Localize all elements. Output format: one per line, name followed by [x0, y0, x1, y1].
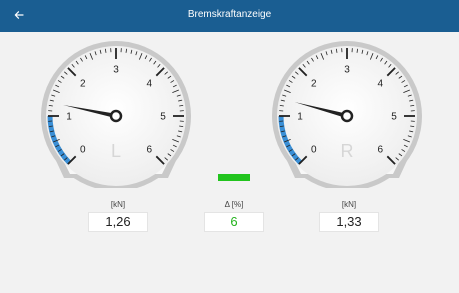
scale-label: 2: [80, 78, 86, 89]
page-title: Bremskraftanzeige: [187, 9, 272, 20]
scale-label: 0: [311, 145, 317, 156]
readout-delta: Δ [%] 6: [204, 199, 264, 232]
readout-right-unit: [kN]: [341, 200, 357, 209]
scale-label: 1: [66, 112, 72, 123]
scale-label: 4: [377, 78, 383, 89]
scale-label: 6: [377, 145, 383, 156]
gauge-dial: 0 1 2 3 4 5 6 L: [41, 41, 191, 188]
app-header: Bremskraftanzeige: [0, 0, 459, 32]
scale-label: 2: [311, 78, 317, 89]
readout-delta-unit: Δ [%]: [224, 200, 244, 209]
gauge-hub: [109, 109, 123, 123]
balance-indicator: [218, 174, 250, 181]
gauge-hub: [340, 109, 354, 123]
gauge-dial: 0 1 2 3 4 5 6 R: [272, 41, 422, 188]
gauge-side-label: L: [111, 141, 121, 161]
gauge-side-label: R: [341, 141, 354, 161]
readout-right: [kN] 1,33: [319, 199, 379, 232]
scale-label: 1: [297, 112, 303, 123]
brake-gauge-left: 0 1 2 3 4 5 6 L: [40, 40, 192, 188]
scale-label: 5: [160, 112, 166, 123]
scale-label: 6: [146, 145, 152, 156]
scale-label: 5: [391, 112, 397, 123]
readout-right-value: 1,33: [319, 212, 379, 232]
readout-left: [kN] 1,26: [88, 199, 148, 232]
readout-delta-value: 6: [204, 212, 264, 232]
readout-left-unit: [kN]: [110, 200, 126, 209]
scale-label: 4: [146, 78, 152, 89]
scale-label: 3: [113, 65, 119, 76]
readout-left-value: 1,26: [88, 212, 148, 232]
scale-label: 3: [344, 65, 350, 76]
brake-gauge-right: 0 1 2 3 4 5 6 R: [271, 40, 423, 188]
scale-label: 0: [80, 145, 86, 156]
